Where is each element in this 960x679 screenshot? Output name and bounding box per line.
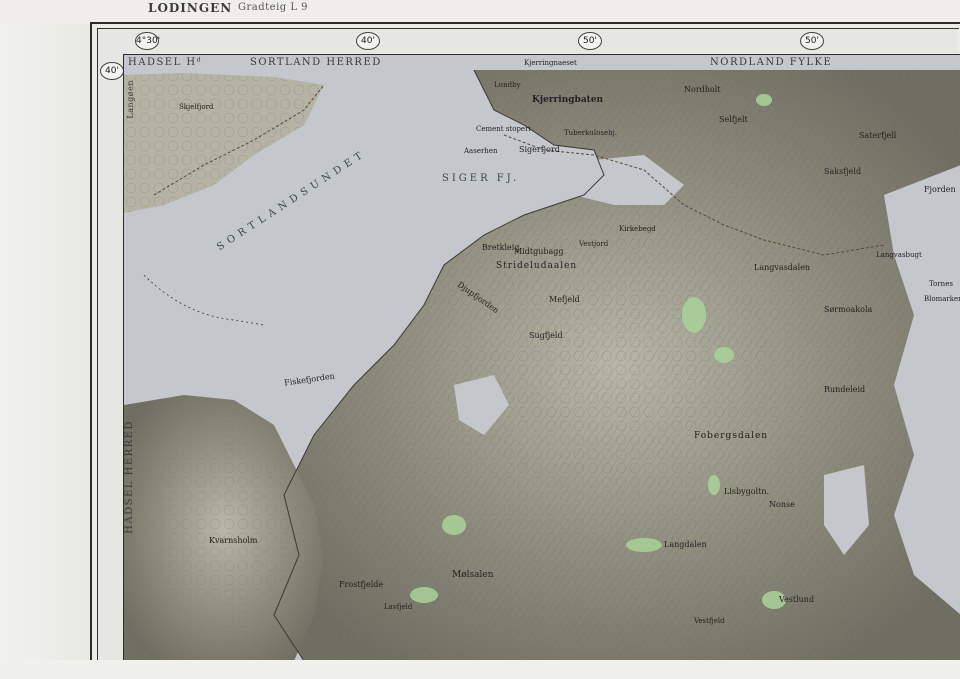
edge-label-nordland-fylke: NORDLAND FYLKE bbox=[710, 57, 833, 68]
place-label: Strideludaalen bbox=[496, 261, 578, 271]
place-label: Skjelfjord bbox=[179, 103, 214, 111]
graticule-label-top-2: 40' bbox=[356, 32, 380, 50]
graticule-label-top-3: 50' bbox=[578, 32, 602, 50]
place-label: Kjerringnaeset bbox=[524, 59, 577, 67]
place-label: Kjerringbaten bbox=[532, 95, 604, 105]
edge-label-hadsel-hd: HADSEL Hᵈ bbox=[128, 57, 203, 68]
place-label: Kirkebegd bbox=[619, 225, 656, 233]
place-label: Lisbygoltn. bbox=[724, 487, 770, 496]
graticule-label-top-1: 4°30' bbox=[135, 32, 160, 50]
paper-margin-top bbox=[0, 0, 960, 24]
place-label: Rundeleid bbox=[824, 385, 866, 394]
place-label: Lundby bbox=[494, 81, 521, 89]
topographic-map[interactable]: SORTLANDSUNDET SIGER FJ. Kjerringnaeset … bbox=[123, 54, 960, 661]
place-label: Vestjord bbox=[579, 240, 609, 248]
sheet-subtitle: Gradteig L 9 bbox=[238, 2, 309, 13]
edge-label-hadsel-herred: HADSEL HERRED bbox=[124, 420, 135, 534]
place-label: Frostfjelde bbox=[339, 580, 384, 589]
place-label: Selfjelt bbox=[719, 115, 748, 124]
place-label: Sørmoakola bbox=[824, 305, 873, 314]
place-label: Tornes bbox=[929, 280, 953, 288]
place-label: Saterfjell bbox=[859, 131, 897, 140]
place-label: Blomarken bbox=[924, 295, 960, 303]
water-label-sigerfjord: SIGER FJ. bbox=[442, 173, 520, 184]
place-label: Fobergsdalen bbox=[694, 431, 769, 441]
place-label: Langvasdalen bbox=[754, 263, 811, 272]
place-label: Lavfjeld bbox=[384, 603, 413, 611]
place-label: Sigerfjord bbox=[519, 145, 560, 154]
place-label: Mefjeld bbox=[549, 295, 580, 304]
place-label: Langvasbugt bbox=[876, 251, 922, 259]
place-label: Nordholt bbox=[684, 85, 721, 94]
sheet-title: LODINGEN bbox=[148, 1, 233, 15]
place-label: Tuberkulosehj. bbox=[564, 129, 617, 137]
place-label: Vestfjeld bbox=[694, 617, 725, 625]
paper-margin-bottom bbox=[0, 660, 960, 679]
place-label: Cement stoperi bbox=[476, 125, 531, 133]
graticule-label-top-4: 50' bbox=[800, 32, 824, 50]
graticule-label-side: 40' bbox=[100, 62, 124, 80]
place-label: Fjorden bbox=[924, 185, 956, 194]
place-label: Sugfjeld bbox=[529, 331, 563, 340]
edge-label-sortland-herred: SORTLAND HERRED bbox=[250, 57, 382, 68]
place-label: Saksfjeld bbox=[824, 167, 862, 176]
place-label: Vestlund bbox=[779, 595, 815, 604]
place-label: Mølsalen bbox=[452, 570, 494, 580]
place-label: Langdalen bbox=[664, 540, 707, 549]
paper-margin-left bbox=[0, 0, 92, 679]
place-label: Aaserhen bbox=[464, 147, 498, 155]
place-label: Midtgubagg bbox=[514, 247, 564, 256]
edge-label-langoen: Langøen bbox=[126, 80, 135, 119]
place-label: Kvarnsholm bbox=[209, 536, 258, 545]
place-label: Nonse bbox=[769, 500, 795, 509]
